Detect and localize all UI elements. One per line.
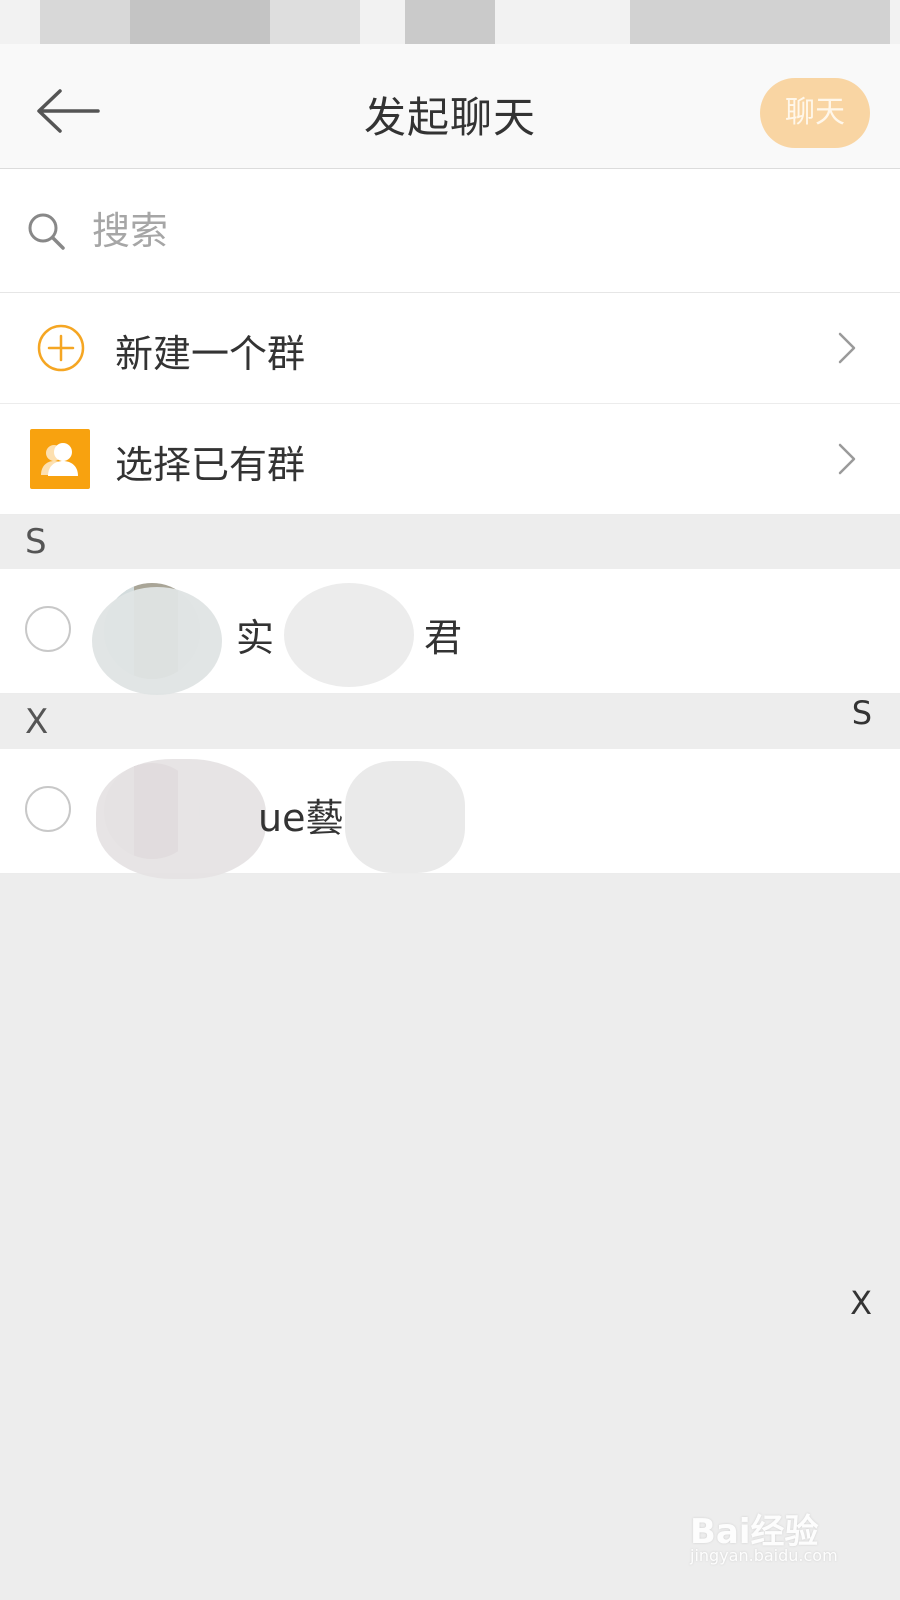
redacted-block (270, 0, 360, 44)
search-input[interactable] (90, 199, 854, 263)
redacted-block (630, 0, 890, 44)
redacted-block (345, 761, 465, 873)
chat-button[interactable]: 聊天 (760, 78, 870, 148)
existing-group-label: 选择已有群 (115, 443, 306, 487)
search-icon (28, 213, 65, 250)
status-bar (0, 0, 900, 44)
redacted-block (405, 0, 495, 44)
redacted-block (40, 0, 130, 44)
chevron-right-icon (838, 443, 856, 475)
section-letter: X (25, 702, 49, 742)
contact-name: ue藝 (258, 796, 344, 840)
contact-row[interactable]: 实君 (0, 569, 900, 695)
new-group-label: 新建一个群 (115, 332, 306, 376)
baidu-watermark: Bai经验 jingyan.baidu.com (690, 1500, 870, 1570)
select-radio[interactable] (25, 606, 71, 652)
redacted-block (284, 583, 414, 687)
nav-bar: 发起聊天 聊天 (0, 44, 900, 169)
contact-row[interactable]: ue藝 (0, 749, 900, 879)
section-header-s: S (0, 516, 900, 568)
existing-group-row[interactable]: 选择已有群 (0, 404, 900, 515)
section-letter: S (25, 522, 47, 562)
index-letter-s[interactable]: S (852, 694, 872, 732)
select-radio[interactable] (25, 786, 71, 832)
search-bar (0, 169, 900, 293)
group-icon (30, 429, 90, 489)
redacted-block (130, 0, 270, 44)
watermark-url: jingyan.baidu.com (690, 1546, 838, 1565)
index-letter-x[interactable]: X (850, 1284, 872, 1322)
chevron-right-icon (838, 332, 856, 364)
plus-circle-icon (37, 324, 85, 372)
new-group-row[interactable]: 新建一个群 (0, 293, 900, 404)
section-header-x: X (0, 696, 900, 748)
redacted-block (96, 759, 266, 879)
redacted-block (92, 587, 222, 695)
